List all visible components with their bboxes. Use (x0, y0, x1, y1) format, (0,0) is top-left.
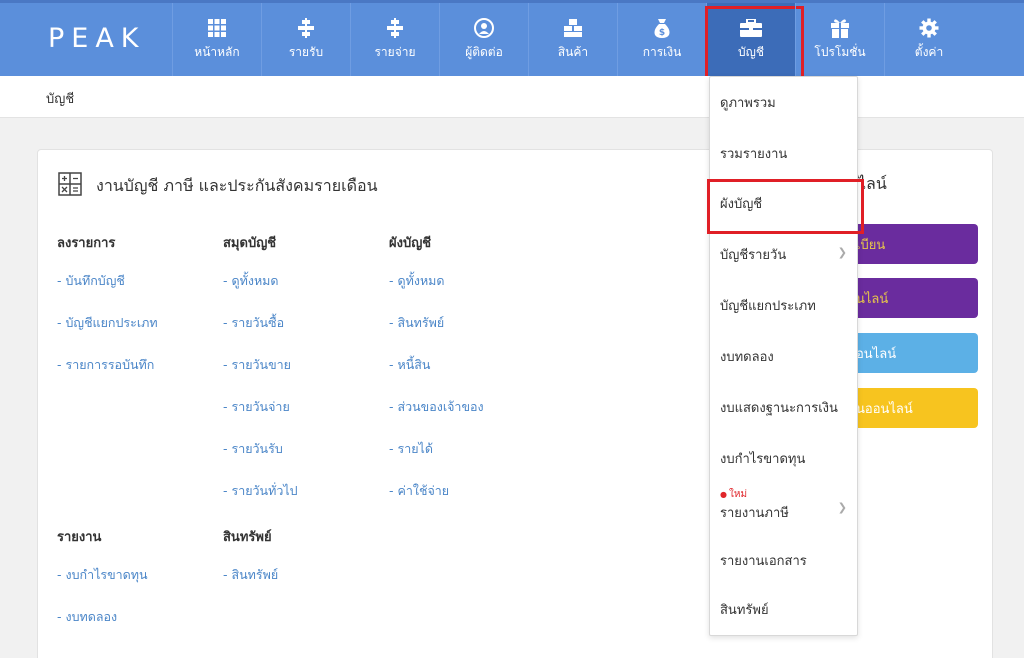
menu-item-label: งบแสดงฐานะการเงิน (720, 400, 838, 416)
contact-icon (473, 17, 495, 39)
card-title: งานบัญชี ภาษี และประกันสังคมรายเดือน (58, 172, 378, 200)
gear-icon (918, 17, 940, 39)
nav-label: รายจ่าย (374, 45, 416, 59)
nav-label: รายรับ (288, 45, 324, 59)
card-title-text: งานบัญชี ภาษี และประกันสังคมรายเดือน (96, 175, 378, 195)
main-nav: หน้าหลัก รายรับ รายจ่าย ผู้ติดต่อ สินค้า (172, 3, 973, 83)
column-assets: สินทรัพย์ - สินทรัพย์ (223, 526, 383, 610)
link-coa-liabilities[interactable]: - หนี้สิน (389, 358, 569, 400)
column-heading: รายงาน (57, 530, 102, 545)
column-journals: สมุดบัญชี - ดูทั้งหมด - รายวันซื้อ - ราย… (223, 232, 383, 526)
nav-label: โปรโมชั่น (814, 45, 866, 59)
link-general-journal[interactable]: - รายวันทั่วไป (223, 484, 383, 526)
boxes-icon (562, 17, 584, 39)
link-profit-loss[interactable]: - งบกำไรขาดทุน (57, 568, 217, 610)
chevron-right-icon: ❯ (837, 501, 847, 514)
nav-label: การเงิน (642, 45, 682, 59)
breadcrumb-current: บัญชี (46, 92, 75, 107)
link-pending-entries[interactable]: - รายการรอบันทึก (57, 358, 217, 400)
menu-item-profit-loss[interactable]: งบกำไรขาดทุน (710, 433, 857, 483)
nav-label: บัญชี (738, 45, 764, 59)
expense-icon (384, 17, 406, 39)
nav-home[interactable]: หน้าหลัก (172, 3, 261, 76)
nav-promotions[interactable]: โปรโมชั่น (795, 3, 884, 76)
breadcrumb: บัญชี (0, 76, 1024, 118)
side-button-online-3[interactable]: นออนไลน์ (850, 388, 978, 428)
link-trial-balance[interactable]: - งบทดลอง (57, 610, 217, 652)
menu-item-label: บัญชีแยกประเภท (720, 298, 816, 314)
link-purchase-journal[interactable]: - รายวันซื้อ (223, 316, 383, 358)
svg-text:$: $ (659, 28, 665, 38)
menu-item-trial-balance[interactable]: งบทดลอง (710, 331, 857, 381)
column-heading: ลงรายการ (57, 236, 116, 251)
chevron-right-icon: ❯ (837, 246, 847, 259)
nav-label: หน้าหลัก (194, 45, 240, 59)
menu-item-document-reports[interactable]: รายงานเอกสาร (710, 535, 857, 585)
briefcase-icon (740, 17, 762, 39)
column-reports: รายงาน - งบกำไรขาดทุน - งบทดลอง (57, 526, 217, 652)
menu-item-journals[interactable]: บัญชีรายวัน ❯ (710, 229, 857, 279)
nav-settings[interactable]: ตั้งค่า (884, 3, 973, 76)
link-coa-assets[interactable]: - สินทรัพย์ (389, 316, 569, 358)
nav-finance[interactable]: $ การเงิน (617, 3, 706, 76)
menu-item-label: รายงานเอกสาร (720, 553, 807, 569)
money-bag-icon: $ (651, 17, 673, 39)
nav-products[interactable]: สินค้า (528, 3, 617, 76)
income-icon (295, 17, 317, 39)
link-record-entry[interactable]: - บันทึกบัญชี (57, 274, 217, 316)
menu-item-general-ledger[interactable]: บัญชีแยกประเภท (710, 280, 857, 330)
column-heading: ผังบัญชี (389, 236, 432, 251)
menu-item-chart-of-accounts[interactable]: ผังบัญชี (707, 178, 864, 234)
link-journals-all[interactable]: - ดูทั้งหมด (223, 274, 383, 316)
menu-item-label: รายงานภาษี (720, 505, 789, 521)
column-heading: สินทรัพย์ (223, 530, 272, 545)
nav-label: สินค้า (557, 45, 589, 59)
column-chart-of-accounts: ผังบัญชี - ดูทั้งหมด - สินทรัพย์ - หนี้ส… (389, 232, 569, 526)
top-navbar: PEAK หน้าหลัก รายรับ รายจ่าย ผู้ติดต่อ ส… (0, 0, 1024, 83)
nav-income[interactable]: รายรับ (261, 3, 350, 76)
menu-item-label: รวมรายงาน (720, 146, 788, 162)
nav-contacts[interactable]: ผู้ติดต่อ (439, 3, 528, 76)
menu-item-label: ผังบัญชี (720, 196, 763, 212)
side-button-online-2[interactable]: อนไลน์ (850, 333, 978, 373)
nav-accounting[interactable]: บัญชี (705, 3, 804, 83)
link-sales-journal[interactable]: - รายวันขาย (223, 358, 383, 400)
menu-item-balance-sheet[interactable]: งบแสดงฐานะการเงิน (710, 382, 857, 432)
link-coa-all[interactable]: - ดูทั้งหมด (389, 274, 569, 316)
new-badge: ใหม่ (720, 487, 747, 502)
column-heading: สมุดบัญชี (223, 236, 277, 251)
link-assets[interactable]: - สินทรัพย์ (223, 568, 383, 610)
nav-expense[interactable]: รายจ่าย (350, 3, 439, 76)
gift-icon (829, 17, 851, 39)
menu-item-tax-reports[interactable]: ใหม่ รายงานภาษี ❯ (710, 484, 857, 534)
side-button-register[interactable]: เบียน (850, 224, 978, 264)
nav-label: ตั้งค่า (914, 45, 944, 59)
menu-item-label: ดูภาพรวม (720, 95, 776, 111)
menu-item-label: บัญชีรายวัน (720, 247, 787, 263)
menu-item-overview[interactable]: ดูภาพรวม (710, 77, 857, 127)
accounting-dropdown-menu: ดูภาพรวม รวมรายงาน ผังบัญชี บัญชีรายวัน ❯… (707, 76, 864, 636)
menu-item-label: งบกำไรขาดทุน (720, 451, 806, 467)
menu-item-label: สินทรัพย์ (720, 602, 769, 618)
grid-icon (206, 17, 228, 39)
link-coa-equity[interactable]: - ส่วนของเจ้าของ (389, 400, 569, 442)
link-payment-journal[interactable]: - รายวันจ่าย (223, 400, 383, 442)
link-receipt-journal[interactable]: - รายวันรับ (223, 442, 383, 484)
column-entries: ลงรายการ - บันทึกบัญชี - บัญชีแยกประเภท … (57, 232, 217, 400)
link-general-ledger[interactable]: - บัญชีแยกประเภท (57, 316, 217, 358)
link-coa-expenses[interactable]: - ค่าใช้จ่าย (389, 484, 569, 526)
menu-item-label: งบทดลอง (720, 349, 774, 365)
menu-item-all-reports[interactable]: รวมรายงาน (710, 128, 857, 178)
calculator-icon (58, 172, 82, 200)
peak-logo[interactable]: PEAK (48, 23, 146, 54)
menu-item-assets[interactable]: สินทรัพย์ (710, 584, 857, 634)
side-button-online-1[interactable]: นไลน์ (850, 278, 978, 318)
link-coa-revenue[interactable]: - รายได้ (389, 442, 569, 484)
nav-label: ผู้ติดต่อ (465, 45, 503, 59)
